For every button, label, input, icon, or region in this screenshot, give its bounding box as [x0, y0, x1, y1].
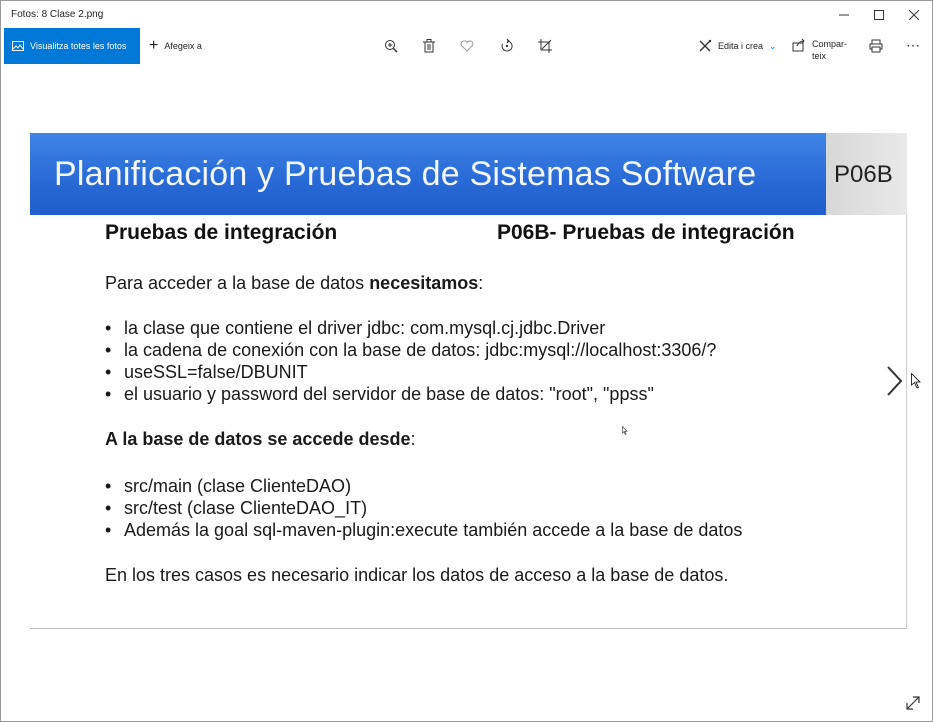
- intro-bold: necesitamos: [369, 273, 479, 293]
- favorite-icon[interactable]: [458, 37, 476, 55]
- delete-icon[interactable]: [420, 37, 438, 55]
- intro-paragraph: Para acceder a la base de datos necesita…: [105, 273, 483, 294]
- photo-icon: [12, 41, 24, 51]
- intro-end: :: [478, 273, 484, 293]
- edit-label: Edita i crea: [718, 41, 764, 51]
- slide-banner: Planificación y Pruebas de Sistemas Soft…: [30, 133, 826, 215]
- window-title: Fotos: 8 Clase 2.png: [11, 9, 104, 20]
- print-icon[interactable]: [867, 37, 885, 55]
- chevron-down-icon: ⌄: [769, 40, 777, 51]
- next-arrow-icon[interactable]: [885, 365, 903, 397]
- list-item: la cadena de conexión con la base de dat…: [105, 339, 716, 361]
- add-to-label: Afegeix a: [164, 41, 202, 51]
- fullscreen-icon[interactable]: [905, 695, 921, 711]
- banner-code-box: P06B: [826, 133, 907, 215]
- toolbar: Visualitza totes les fotos + Afegeix a E…: [1, 28, 932, 64]
- access-bold: A la base de datos se accede desde: [105, 429, 411, 449]
- access-end: :: [410, 429, 416, 449]
- list-item: la clase que contiene el driver jdbc: co…: [105, 317, 716, 339]
- minimize-icon[interactable]: [827, 1, 861, 28]
- photo-content: Planificación y Pruebas de Sistemas Soft…: [30, 133, 907, 629]
- view-all-photos-label: Visualitza totes les fotos: [30, 41, 127, 51]
- slide-pointer-icon: [622, 423, 628, 436]
- mouse-pointer-icon: [911, 372, 921, 389]
- edit-and-create-button[interactable]: Edita i crea ⌄: [698, 28, 777, 64]
- list-item: src/main (clase ClienteDAO): [105, 475, 742, 497]
- list-item-continuation: useSSL=false/DBUNIT: [105, 361, 716, 383]
- close-icon[interactable]: [897, 1, 931, 28]
- access-paragraph: A la base de datos se accede desde:: [105, 429, 416, 450]
- list-item: src/test (clase ClienteDAO_IT): [105, 497, 742, 519]
- share-button[interactable]: Compar-teix: [792, 38, 854, 62]
- section-title-left: Pruebas de integración: [105, 221, 338, 244]
- view-all-photos-button[interactable]: Visualitza totes les fotos: [4, 28, 140, 64]
- section-title-right: P06B- Pruebas de integración: [497, 221, 795, 244]
- add-to-button[interactable]: + Afegeix a: [149, 28, 202, 64]
- more-icon[interactable]: ⋯: [906, 37, 921, 54]
- conclusion-paragraph: En los tres casos es necesario indicar l…: [105, 565, 729, 585]
- title-bar: Fotos: 8 Clase 2.png: [1, 1, 932, 28]
- rotate-icon[interactable]: [498, 37, 516, 55]
- banner-code: P06B: [834, 161, 893, 188]
- zoom-in-icon[interactable]: [382, 37, 400, 55]
- share-label: Compar-teix: [812, 39, 848, 61]
- list-item: el usuario y password del servidor de ba…: [105, 383, 716, 405]
- needs-list: la clase que contiene el driver jdbc: co…: [105, 317, 716, 405]
- edit-icon: [699, 39, 712, 52]
- maximize-icon[interactable]: [862, 1, 896, 28]
- plus-icon: +: [149, 37, 159, 54]
- access-list: src/main (clase ClienteDAO) src/test (cl…: [105, 475, 742, 541]
- share-icon: [792, 38, 805, 52]
- intro-text: Para acceder a la base de datos: [105, 273, 370, 293]
- list-item: Además la goal sql-maven-plugin:execute …: [105, 519, 742, 541]
- photos-window: Fotos: 8 Clase 2.png Visualitza totes le…: [0, 0, 933, 722]
- banner-title: Planificación y Pruebas de Sistemas Soft…: [54, 155, 757, 193]
- crop-icon[interactable]: [536, 37, 554, 55]
